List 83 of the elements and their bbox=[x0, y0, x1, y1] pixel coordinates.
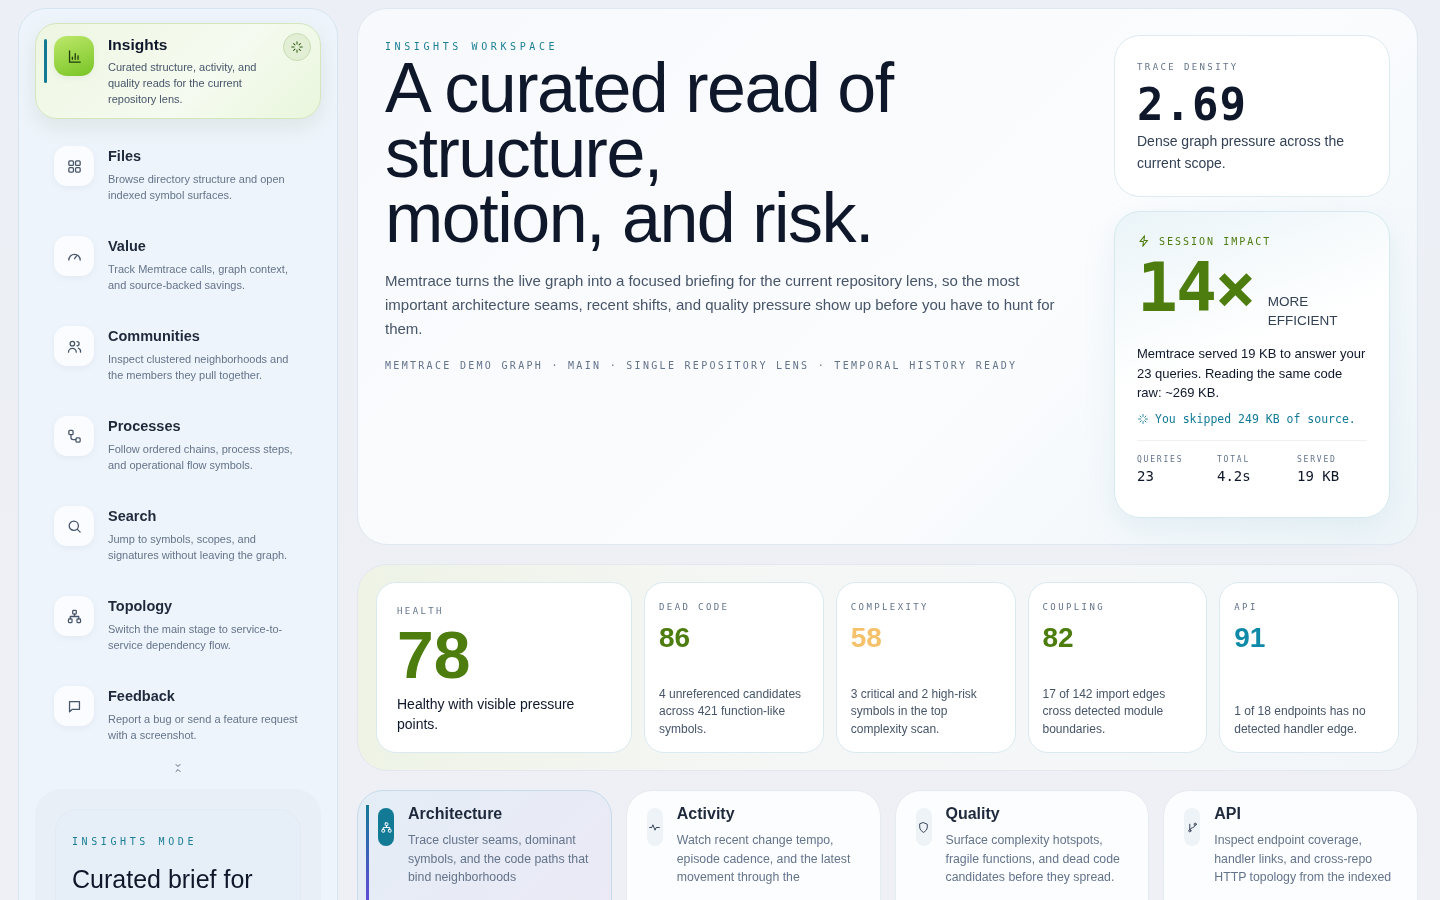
nav-description: Switch the main stage to service-to-service dependency flow. bbox=[108, 622, 284, 653]
metric-value: 82 bbox=[1042, 622, 1075, 654]
stat-label: QUERIES bbox=[1137, 454, 1185, 464]
card-label: TRACE DENSITY bbox=[1137, 62, 1240, 72]
lens-description: Watch recent change tempo, episode cadence, and the latest movement through the bbox=[676, 832, 852, 886]
metric-value: 78 bbox=[397, 624, 472, 686]
nav-item[interactable]: Feedback Report a bug or send a feature request with a screenshot. bbox=[35, 677, 321, 747]
metric-value: 91 bbox=[1234, 622, 1267, 654]
density-note: Dense graph pressure across the current scope. bbox=[1137, 132, 1345, 173]
session-summary: Memtrace served 19 KB to answer your 23 queries. Reading the same code raw: ~269 KB. bbox=[1137, 345, 1367, 402]
context-line: MEMTRACE DEMO GRAPH · MAIN · SINGLE REPOSITORY LENS · TEMPORAL HISTORY READY bbox=[385, 360, 1019, 371]
nav-title: Communities bbox=[108, 328, 201, 344]
metric-label: API bbox=[1234, 602, 1259, 612]
metric-value: 58 bbox=[850, 622, 883, 654]
metric-note: 4 unreferenced candidates across 421 function-like symbols. bbox=[659, 685, 803, 738]
density-value: 2.69 bbox=[1137, 80, 1248, 130]
lens-card[interactable]: Quality Surface complexity hotspots, fragile functions, and dead code candidates before they spread. bbox=[894, 790, 1150, 900]
mode-label: INSIGHTS MODE bbox=[72, 836, 199, 847]
hierarchy-icon bbox=[65, 607, 83, 625]
collapse-icon bbox=[172, 761, 184, 775]
nav-description: Track Memtrace calls, graph context, and source-backed savings. bbox=[108, 262, 289, 293]
nav-title: Search bbox=[108, 508, 158, 524]
lightning-icon bbox=[1137, 234, 1151, 248]
nav-title: Value bbox=[108, 238, 147, 254]
metric-value: 86 bbox=[659, 622, 692, 654]
hierarchy-icon bbox=[379, 820, 393, 834]
hero-description: Memtrace turns the live graph into a focused briefing for the current repository lens, so the most important architecture seams, recent shifts, and quality pressure show up before you have to hunt for them. bbox=[385, 271, 1056, 339]
lens-description: Surface complexity hotspots, fragile functions, and dead code candidates before they spread. bbox=[945, 832, 1121, 886]
nav-item[interactable]: Communities Inspect clustered neighborhoods and the members they pull together. bbox=[35, 317, 321, 387]
grid-icon bbox=[65, 157, 83, 175]
nav-description: Jump to symbols, scopes, and signatures without leaving the graph. bbox=[108, 532, 289, 563]
metric-label: HEALTH bbox=[397, 606, 445, 616]
card-label: SESSION IMPACT bbox=[1159, 235, 1272, 247]
workspace-label: INSIGHTS WORKSPACE bbox=[385, 41, 560, 52]
nav-title: Files bbox=[108, 148, 143, 164]
lens-title: API bbox=[1214, 805, 1242, 823]
stat-value: 23 bbox=[1137, 467, 1155, 484]
nav-item[interactable]: Value Track Memtrace calls, graph context, and source-backed savings. bbox=[35, 227, 321, 297]
nav-title: Topology bbox=[108, 598, 174, 614]
mode-title: Curated brief for bbox=[72, 865, 254, 894]
efficiency-label: MORE EFFICIENT bbox=[1267, 293, 1339, 330]
nav-item[interactable]: Processes Follow ordered chains, process steps, and operational flow symbols. bbox=[35, 407, 321, 477]
nav-item[interactable]: Topology Switch the main stage to service-to-service dependency flow. bbox=[35, 587, 321, 657]
nav-description: Curated structure, activity, and quality reads for the current repository lens. bbox=[108, 60, 258, 107]
nav-title: Feedback bbox=[108, 688, 176, 704]
nav-title: Insights bbox=[108, 36, 169, 54]
lens-card[interactable]: Architecture Trace cluster seams, dominant symbols, and the code paths that bind neighborhoods bbox=[357, 790, 612, 900]
metric-label: COMPLEXITY bbox=[850, 602, 930, 612]
lens-description: Trace cluster seams, dominant symbols, and the code paths that bind neighborhoods bbox=[408, 832, 590, 886]
shield-icon bbox=[917, 820, 930, 834]
stat-label: SERVED bbox=[1297, 454, 1338, 464]
lens-title: Activity bbox=[676, 805, 736, 823]
branch-icon bbox=[1185, 820, 1199, 834]
stat-value: 19 KB bbox=[1297, 467, 1341, 484]
nav-item[interactable]: Files Browse directory structure and open indexed symbol surfaces. bbox=[35, 137, 321, 207]
sparkle-button[interactable] bbox=[283, 33, 311, 61]
nav-item[interactable]: Search Jump to symbols, scopes, and signatures without leaving the graph. bbox=[35, 497, 321, 567]
efficiency-value: 14× bbox=[1137, 252, 1254, 324]
lens-card[interactable]: Activity Watch recent change tempo, episode cadence, and the latest movement through the bbox=[625, 790, 881, 900]
metric-label: DEAD CODE bbox=[659, 602, 731, 612]
metric-note: 17 of 142 import edges cross detected module boundaries. bbox=[1042, 685, 1167, 738]
nodes-icon bbox=[65, 427, 83, 445]
nav-description: Inspect clustered neighborhoods and the members they pull together. bbox=[108, 352, 290, 383]
savings-note: You skipped 249 KB of source. bbox=[1155, 411, 1356, 426]
lens-card[interactable]: API Inspect endpoint coverage, handler links, and cross-repo HTTP topology from the indexed bbox=[1163, 790, 1418, 900]
nav-description: Follow ordered chains, process steps, and operational flow symbols. bbox=[108, 442, 294, 473]
sparkle-icon bbox=[290, 40, 304, 54]
lens-title: Quality bbox=[945, 805, 1001, 823]
nav-description: Report a bug or send a feature request with a screenshot. bbox=[108, 712, 299, 743]
sparkle-icon bbox=[1137, 412, 1149, 425]
nav-title: Processes bbox=[108, 418, 182, 434]
lens-title: Architecture bbox=[408, 805, 504, 823]
nav-item[interactable]: Insights Curated structure, activity, and quality reads for the current repository lens. bbox=[35, 23, 321, 119]
metric-note: 3 critical and 2 high-risk symbols in the top complexity scan. bbox=[850, 685, 978, 738]
headline: A curated read of structure, motion, and risk. bbox=[385, 56, 895, 251]
metric-label: COUPLING bbox=[1042, 602, 1107, 612]
nav-description: Browse directory structure and open indexed symbol surfaces. bbox=[108, 172, 286, 203]
lens-description: Inspect endpoint coverage, handler links, and cross-repo HTTP topology from the indexed bbox=[1214, 832, 1393, 886]
metric-note: Healthy with visible pressure points. bbox=[397, 695, 576, 734]
stat-label: TOTAL bbox=[1217, 454, 1252, 464]
stat-value: 4.2s bbox=[1217, 467, 1252, 484]
active-bar bbox=[44, 39, 47, 83]
metric-note: 1 of 18 endpoints has no detected handler edge. bbox=[1234, 703, 1367, 738]
